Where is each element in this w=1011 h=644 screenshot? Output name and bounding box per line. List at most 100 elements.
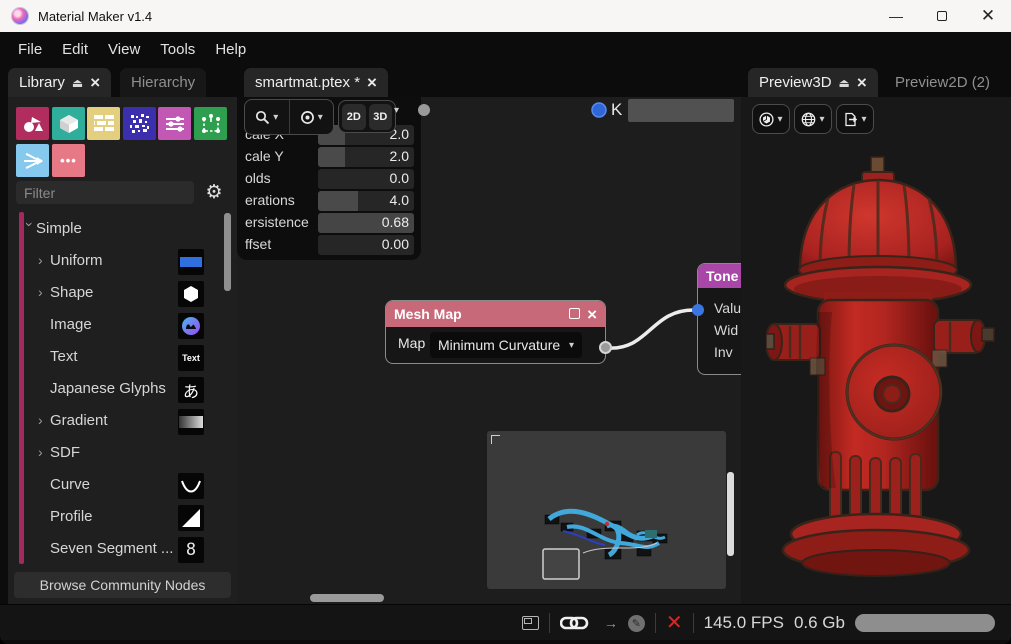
tree-item-shape[interactable]: › Shape bbox=[38, 276, 238, 308]
close-button[interactable]: ✕ bbox=[965, 0, 1011, 32]
node-tone-header[interactable]: Tone bbox=[698, 264, 741, 288]
tree-item-label: Image bbox=[50, 316, 92, 333]
menu-edit[interactable]: Edit bbox=[52, 37, 98, 62]
window-frame-icon[interactable] bbox=[522, 616, 539, 630]
minimap-viewport[interactable] bbox=[543, 549, 579, 579]
gear-icon[interactable]: ⚙ bbox=[201, 179, 227, 205]
tone-param-label: Valu bbox=[714, 300, 741, 316]
tree-item-text[interactable]: Text bbox=[50, 340, 250, 372]
zoom-menu-button[interactable]: ▾ bbox=[245, 100, 290, 134]
gradient-cursor-blue[interactable] bbox=[592, 103, 606, 117]
param-slider[interactable]: 4.0 bbox=[318, 191, 414, 211]
close-icon[interactable]: × bbox=[367, 74, 377, 91]
graph-vertical-scrollbar[interactable] bbox=[727, 472, 734, 556]
category-workflow-icon[interactable] bbox=[194, 107, 227, 140]
param-slider[interactable]: 0.0 bbox=[318, 169, 414, 189]
environment-select-button[interactable]: ▾ bbox=[794, 104, 832, 134]
tree-item-image[interactable]: Image bbox=[50, 308, 250, 340]
param-row-scale-y: cale Y 2.0 bbox=[237, 147, 421, 167]
graph-minimap[interactable] bbox=[487, 431, 726, 589]
close-icon[interactable]: × bbox=[587, 306, 597, 323]
tree-item-simple[interactable]: › Simple bbox=[24, 212, 224, 244]
node-mesh-map-header[interactable]: Mesh Map × bbox=[386, 301, 605, 327]
graph-view-toolbar: ▾ ▾ bbox=[244, 99, 334, 135]
model-select-button[interactable]: ▾ bbox=[752, 104, 790, 134]
graph-horizontal-scrollbar[interactable] bbox=[310, 594, 384, 602]
preview3d-panel[interactable]: ▾ ▾ ▾ bbox=[741, 97, 1011, 604]
error-indicator-icon[interactable]: ✕ bbox=[666, 613, 683, 633]
tab-preview2d-label: Preview2D (2) bbox=[895, 74, 990, 91]
maximize-button[interactable] bbox=[919, 0, 965, 32]
chevron-right-icon[interactable]: › bbox=[38, 252, 50, 268]
caret-down-icon[interactable]: ▾ bbox=[394, 105, 399, 116]
seven-segment-icon: 8 bbox=[178, 537, 204, 563]
minimize-button[interactable]: — bbox=[873, 0, 919, 32]
preview-toggle-icon[interactable] bbox=[569, 307, 580, 321]
caret-down-icon: ▾ bbox=[569, 340, 574, 351]
category-noise-icon[interactable] bbox=[123, 107, 156, 140]
tree-item-japanese-glyphs[interactable]: Japanese Glyphs bbox=[50, 372, 250, 404]
tab-document[interactable]: smartmat.ptex * × bbox=[244, 68, 388, 97]
filter-input[interactable] bbox=[16, 181, 194, 204]
param-slider[interactable]: 0.00 bbox=[318, 235, 414, 255]
category-miscellaneous-icon[interactable] bbox=[16, 144, 49, 177]
output-port[interactable] bbox=[599, 341, 612, 354]
category-more-icon[interactable]: ••• bbox=[52, 144, 85, 177]
float-panel-icon[interactable]: ⏏ bbox=[839, 76, 850, 90]
app-logo-icon bbox=[11, 7, 29, 25]
tree-item-seven-segment[interactable]: Seven Segment ... bbox=[50, 532, 250, 564]
menu-view[interactable]: View bbox=[98, 37, 150, 62]
category-3d-shapes-icon[interactable] bbox=[52, 107, 85, 140]
view-options-button[interactable]: ▾ bbox=[290, 100, 334, 134]
link-icon[interactable] bbox=[560, 616, 594, 630]
shape-hexagon-icon bbox=[178, 281, 204, 307]
node-tone[interactable]: Tone Valu Wid Inv bbox=[697, 263, 741, 375]
menu-file[interactable]: File bbox=[8, 37, 52, 62]
tab-library-label: Library bbox=[19, 74, 65, 91]
globe-icon bbox=[801, 112, 816, 127]
window-title: Material Maker v1.4 bbox=[38, 9, 152, 24]
param-slider[interactable]: 2.0 bbox=[318, 147, 414, 167]
input-port[interactable] bbox=[692, 304, 704, 316]
chevron-right-icon[interactable]: › bbox=[38, 444, 50, 460]
param-slider[interactable]: 0.68 bbox=[318, 213, 414, 233]
chevron-right-icon[interactable]: › bbox=[38, 412, 50, 428]
preview-3d-button[interactable]: 3D bbox=[369, 104, 393, 130]
tree-item-profile[interactable]: Profile bbox=[50, 500, 250, 532]
tab-library[interactable]: Library ⏏ × bbox=[8, 68, 111, 97]
export-button[interactable]: ▾ bbox=[836, 104, 874, 134]
library-scrollbar[interactable] bbox=[224, 213, 231, 291]
close-icon[interactable]: × bbox=[857, 74, 867, 91]
node-mesh-map[interactable]: Mesh Map × Map Minimum Curvature ▾ bbox=[385, 300, 606, 364]
category-simple-shapes-icon[interactable] bbox=[16, 107, 49, 140]
tab-preview2d[interactable]: Preview2D (2) bbox=[884, 68, 1001, 97]
gradient-cursor-bar[interactable] bbox=[415, 97, 615, 125]
menu-help[interactable]: Help bbox=[205, 37, 256, 62]
tab-preview3d[interactable]: Preview3D ⏏ × bbox=[748, 68, 878, 97]
caret-down-icon: ▾ bbox=[318, 112, 323, 123]
chevron-right-icon[interactable]: › bbox=[38, 284, 50, 300]
chevron-down-icon[interactable]: › bbox=[22, 222, 38, 234]
tree-item-curve[interactable]: Curve bbox=[50, 468, 250, 500]
float-panel-icon[interactable]: ⏏ bbox=[72, 76, 83, 90]
fire-hydrant-3d-model[interactable] bbox=[766, 152, 996, 582]
gradient-cursor-gray[interactable] bbox=[418, 104, 430, 116]
cube-icon bbox=[759, 112, 774, 127]
uniform-swatch-icon bbox=[178, 249, 204, 275]
browse-community-nodes-button[interactable]: Browse Community Nodes bbox=[14, 572, 231, 598]
tab-hierarchy-label: Hierarchy bbox=[131, 74, 195, 91]
preview-2d-button[interactable]: 2D bbox=[342, 104, 366, 130]
graph-panel[interactable]: cale X 2.0 cale Y 2.0 olds 0.0 erations … bbox=[237, 97, 741, 604]
close-icon[interactable]: × bbox=[90, 74, 100, 91]
category-filters-icon[interactable] bbox=[158, 107, 191, 140]
tree-item-gradient[interactable]: › Gradient bbox=[38, 404, 238, 436]
param-row-offset: ffset 0.00 bbox=[237, 235, 421, 255]
category-patterns-icon[interactable] bbox=[87, 107, 120, 140]
menu-tools[interactable]: Tools bbox=[150, 37, 205, 62]
tab-hierarchy[interactable]: Hierarchy bbox=[120, 68, 206, 97]
grayscale-gradient-box[interactable] bbox=[628, 99, 734, 122]
preview-mode-toolbar: 2D 3D bbox=[338, 100, 396, 133]
tree-item-sdf[interactable]: › SDF bbox=[38, 436, 238, 468]
tree-item-uniform[interactable]: › Uniform bbox=[38, 244, 238, 276]
map-dropdown[interactable]: Minimum Curvature ▾ bbox=[430, 332, 582, 358]
